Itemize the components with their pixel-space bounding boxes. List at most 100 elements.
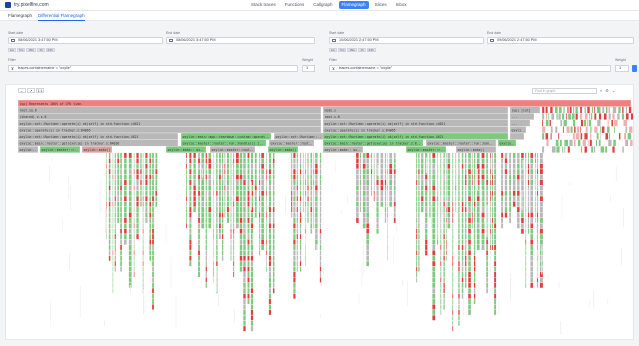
stack-frame[interactable] bbox=[133, 195, 135, 202]
stack-frame[interactable] bbox=[426, 157, 427, 174]
stack-frame[interactable] bbox=[530, 266, 534, 272]
stack-frame[interactable] bbox=[467, 250, 472, 256]
stack-frame[interactable] bbox=[457, 158, 460, 164]
stack-frame[interactable] bbox=[247, 179, 250, 186]
stack-frame[interactable] bbox=[530, 255, 534, 262]
stack-frame[interactable] bbox=[493, 239, 497, 245]
stack-frame[interactable] bbox=[254, 206, 258, 213]
stack-frame[interactable] bbox=[201, 212, 205, 218]
stack-frame[interactable] bbox=[213, 239, 215, 245]
stack-frame[interactable] bbox=[424, 179, 428, 186]
stack-frame[interactable] bbox=[455, 185, 457, 191]
stack-frame[interactable] bbox=[151, 298, 155, 305]
stack-frame[interactable] bbox=[128, 233, 132, 240]
stack-frame[interactable] bbox=[452, 223, 454, 229]
stack-frame[interactable] bbox=[213, 233, 215, 240]
stack-frame[interactable] bbox=[534, 185, 536, 191]
stack-frame[interactable] bbox=[136, 158, 139, 164]
stack-frame[interactable] bbox=[445, 239, 447, 245]
stack-frame[interactable] bbox=[319, 195, 322, 202]
stack-frame[interactable] bbox=[525, 282, 527, 289]
stack-frame[interactable] bbox=[265, 195, 268, 202]
stack-frame[interactable] bbox=[193, 168, 197, 175]
stack-frame[interactable] bbox=[139, 179, 142, 186]
stack-frame[interactable] bbox=[530, 168, 534, 175]
stack-frame[interactable] bbox=[569, 139, 573, 147]
stack-frame[interactable] bbox=[541, 245, 543, 275]
stack-frame[interactable] bbox=[362, 217, 366, 224]
stack-frame[interactable] bbox=[440, 201, 442, 207]
stack-frame[interactable] bbox=[366, 255, 370, 262]
stack-frame[interactable] bbox=[189, 206, 192, 213]
stack-frame[interactable] bbox=[230, 168, 232, 175]
stack-frame[interactable] bbox=[319, 271, 322, 278]
stack-frame[interactable] bbox=[437, 206, 439, 213]
stack-frame[interactable] bbox=[136, 206, 139, 213]
stack-frame[interactable] bbox=[432, 228, 436, 234]
stack-frame[interactable] bbox=[429, 174, 431, 180]
stack-frame[interactable] bbox=[299, 212, 302, 218]
stack-frame[interactable] bbox=[493, 179, 497, 186]
stack-frame[interactable] bbox=[455, 206, 457, 213]
stack-frame[interactable] bbox=[272, 266, 275, 272]
stack-frame[interactable] bbox=[205, 195, 208, 202]
stack-frame[interactable] bbox=[221, 201, 224, 207]
stack-frame[interactable] bbox=[247, 271, 250, 278]
stack-frame[interactable] bbox=[292, 212, 296, 218]
stack-frame[interactable] bbox=[151, 244, 155, 251]
stack-frame[interactable] bbox=[452, 277, 454, 283]
stack-frame[interactable] bbox=[473, 293, 476, 299]
stack-frame[interactable] bbox=[525, 217, 527, 224]
stack-frame[interactable] bbox=[310, 168, 313, 175]
stack-frame[interactable] bbox=[525, 233, 527, 240]
stack-frame[interactable] bbox=[527, 206, 530, 213]
stack-frame[interactable] bbox=[493, 304, 497, 310]
stack-frame[interactable] bbox=[250, 260, 254, 267]
stack-frame[interactable] bbox=[558, 113, 562, 120]
stack-frame[interactable] bbox=[457, 309, 460, 316]
stack-frame[interactable] bbox=[473, 250, 476, 256]
stack-frame[interactable] bbox=[440, 304, 442, 310]
stack-frame[interactable] bbox=[272, 217, 275, 224]
stack-frame[interactable] bbox=[189, 233, 192, 240]
stack-frame[interactable] bbox=[296, 152, 299, 159]
stack-frame[interactable] bbox=[242, 174, 246, 180]
stack-frame[interactable] bbox=[437, 163, 439, 170]
stack-frame[interactable] bbox=[254, 201, 258, 207]
stack-frame[interactable] bbox=[561, 113, 565, 120]
stack-frame[interactable] bbox=[128, 195, 132, 202]
stack-frame[interactable] bbox=[445, 168, 447, 175]
stack-frame[interactable] bbox=[445, 152, 447, 159]
stack-frame[interactable] bbox=[247, 158, 250, 164]
stack-frame[interactable] bbox=[355, 195, 360, 202]
stack-frame[interactable] bbox=[299, 168, 302, 175]
stack-frame[interactable] bbox=[415, 158, 418, 164]
stack-frame[interactable] bbox=[299, 223, 302, 229]
stack-frame[interactable] bbox=[254, 158, 258, 164]
stack-frame[interactable] bbox=[258, 179, 261, 186]
stack-frame[interactable] bbox=[268, 195, 272, 202]
stack-frame[interactable] bbox=[489, 174, 492, 180]
stack-frame[interactable] bbox=[133, 185, 135, 191]
stack-frame[interactable] bbox=[205, 190, 208, 197]
stack-frame[interactable] bbox=[471, 217, 473, 224]
stack-frame[interactable] bbox=[116, 190, 120, 197]
stack-frame[interactable] bbox=[151, 223, 155, 229]
stack-frame[interactable] bbox=[272, 277, 275, 283]
stack-frame[interactable] bbox=[500, 195, 504, 202]
stack-frame[interactable] bbox=[440, 206, 442, 213]
stack-frame[interactable] bbox=[112, 260, 114, 267]
stack-frame[interactable] bbox=[461, 223, 464, 229]
stack-frame[interactable] bbox=[370, 152, 373, 159]
stack-frame[interactable] bbox=[362, 179, 366, 186]
stack-frame[interactable] bbox=[493, 282, 497, 289]
stack-frame[interactable] bbox=[629, 139, 633, 147]
stack-frame[interactable] bbox=[370, 158, 373, 164]
stack-frame[interactable] bbox=[307, 201, 309, 207]
stack-frame[interactable] bbox=[105, 179, 108, 186]
stack-frame[interactable] bbox=[455, 174, 457, 180]
stack-frame[interactable] bbox=[136, 168, 139, 175]
stack-frame[interactable] bbox=[572, 119, 576, 127]
stack-frame[interactable] bbox=[452, 195, 454, 202]
stack-frame[interactable] bbox=[142, 260, 144, 267]
